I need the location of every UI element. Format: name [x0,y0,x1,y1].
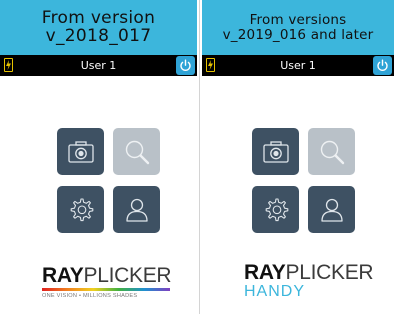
menu-grid [252,128,356,236]
battery-icon [4,58,13,72]
user-label[interactable]: User 1 [280,59,316,72]
gear-icon [265,197,288,221]
settings-tile[interactable] [252,186,299,233]
camera-tile[interactable] [57,128,104,175]
logo-plicker: PLICKER [83,264,172,287]
settings-tile[interactable] [57,186,104,233]
user-label[interactable]: User 1 [81,59,117,72]
camera-icon [67,140,94,163]
panel-new-version: From versions v_2019_016 and later User … [202,0,394,314]
comparison-screenshot: From version v_2018_017 User 1 RAYPLICKE… [0,0,394,314]
search-tile[interactable] [308,128,355,175]
user-tile[interactable] [308,186,355,233]
gear-icon [70,197,93,221]
power-icon [180,59,191,71]
logo-ray: RAY [244,261,286,284]
power-icon [377,59,388,71]
logo-plicker: PLICKER [285,261,374,284]
camera-icon [262,140,289,163]
rayplicker-handy-logo: RAYPLICKER HANDY [244,262,374,300]
logo-color-line [42,288,170,291]
logo-tagline: ONE VISION • MILLIONS SHADES [42,293,138,299]
user-icon [320,198,343,222]
status-bar: User 1 [0,55,197,76]
header-line-1: From version [41,7,156,28]
header-line-2: v_2018_017 [45,25,152,46]
search-tile[interactable] [113,128,160,175]
header-line-1: From versions [249,12,347,29]
rayplicker-logo: RAYPLICKER ONE VISION • MILLIONS SHADES [42,265,172,299]
power-button[interactable] [373,56,392,75]
logo-ray: RAY [42,264,84,287]
search-icon [320,140,344,164]
user-icon [125,198,148,222]
logo-handy: HANDY [244,283,306,300]
status-bar: User 1 [202,55,394,76]
header-line-2: v_2019_016 and later [222,26,374,43]
menu-grid [57,128,161,236]
user-tile[interactable] [113,186,160,233]
battery-icon [206,58,215,72]
camera-tile[interactable] [252,128,299,175]
power-button[interactable] [176,56,195,75]
panel-old-version: From version v_2018_017 User 1 RAYPLICKE… [0,0,197,314]
search-icon [125,140,149,164]
version-header: From version v_2018_017 [0,0,197,55]
version-header: From versions v_2019_016 and later [202,0,394,55]
